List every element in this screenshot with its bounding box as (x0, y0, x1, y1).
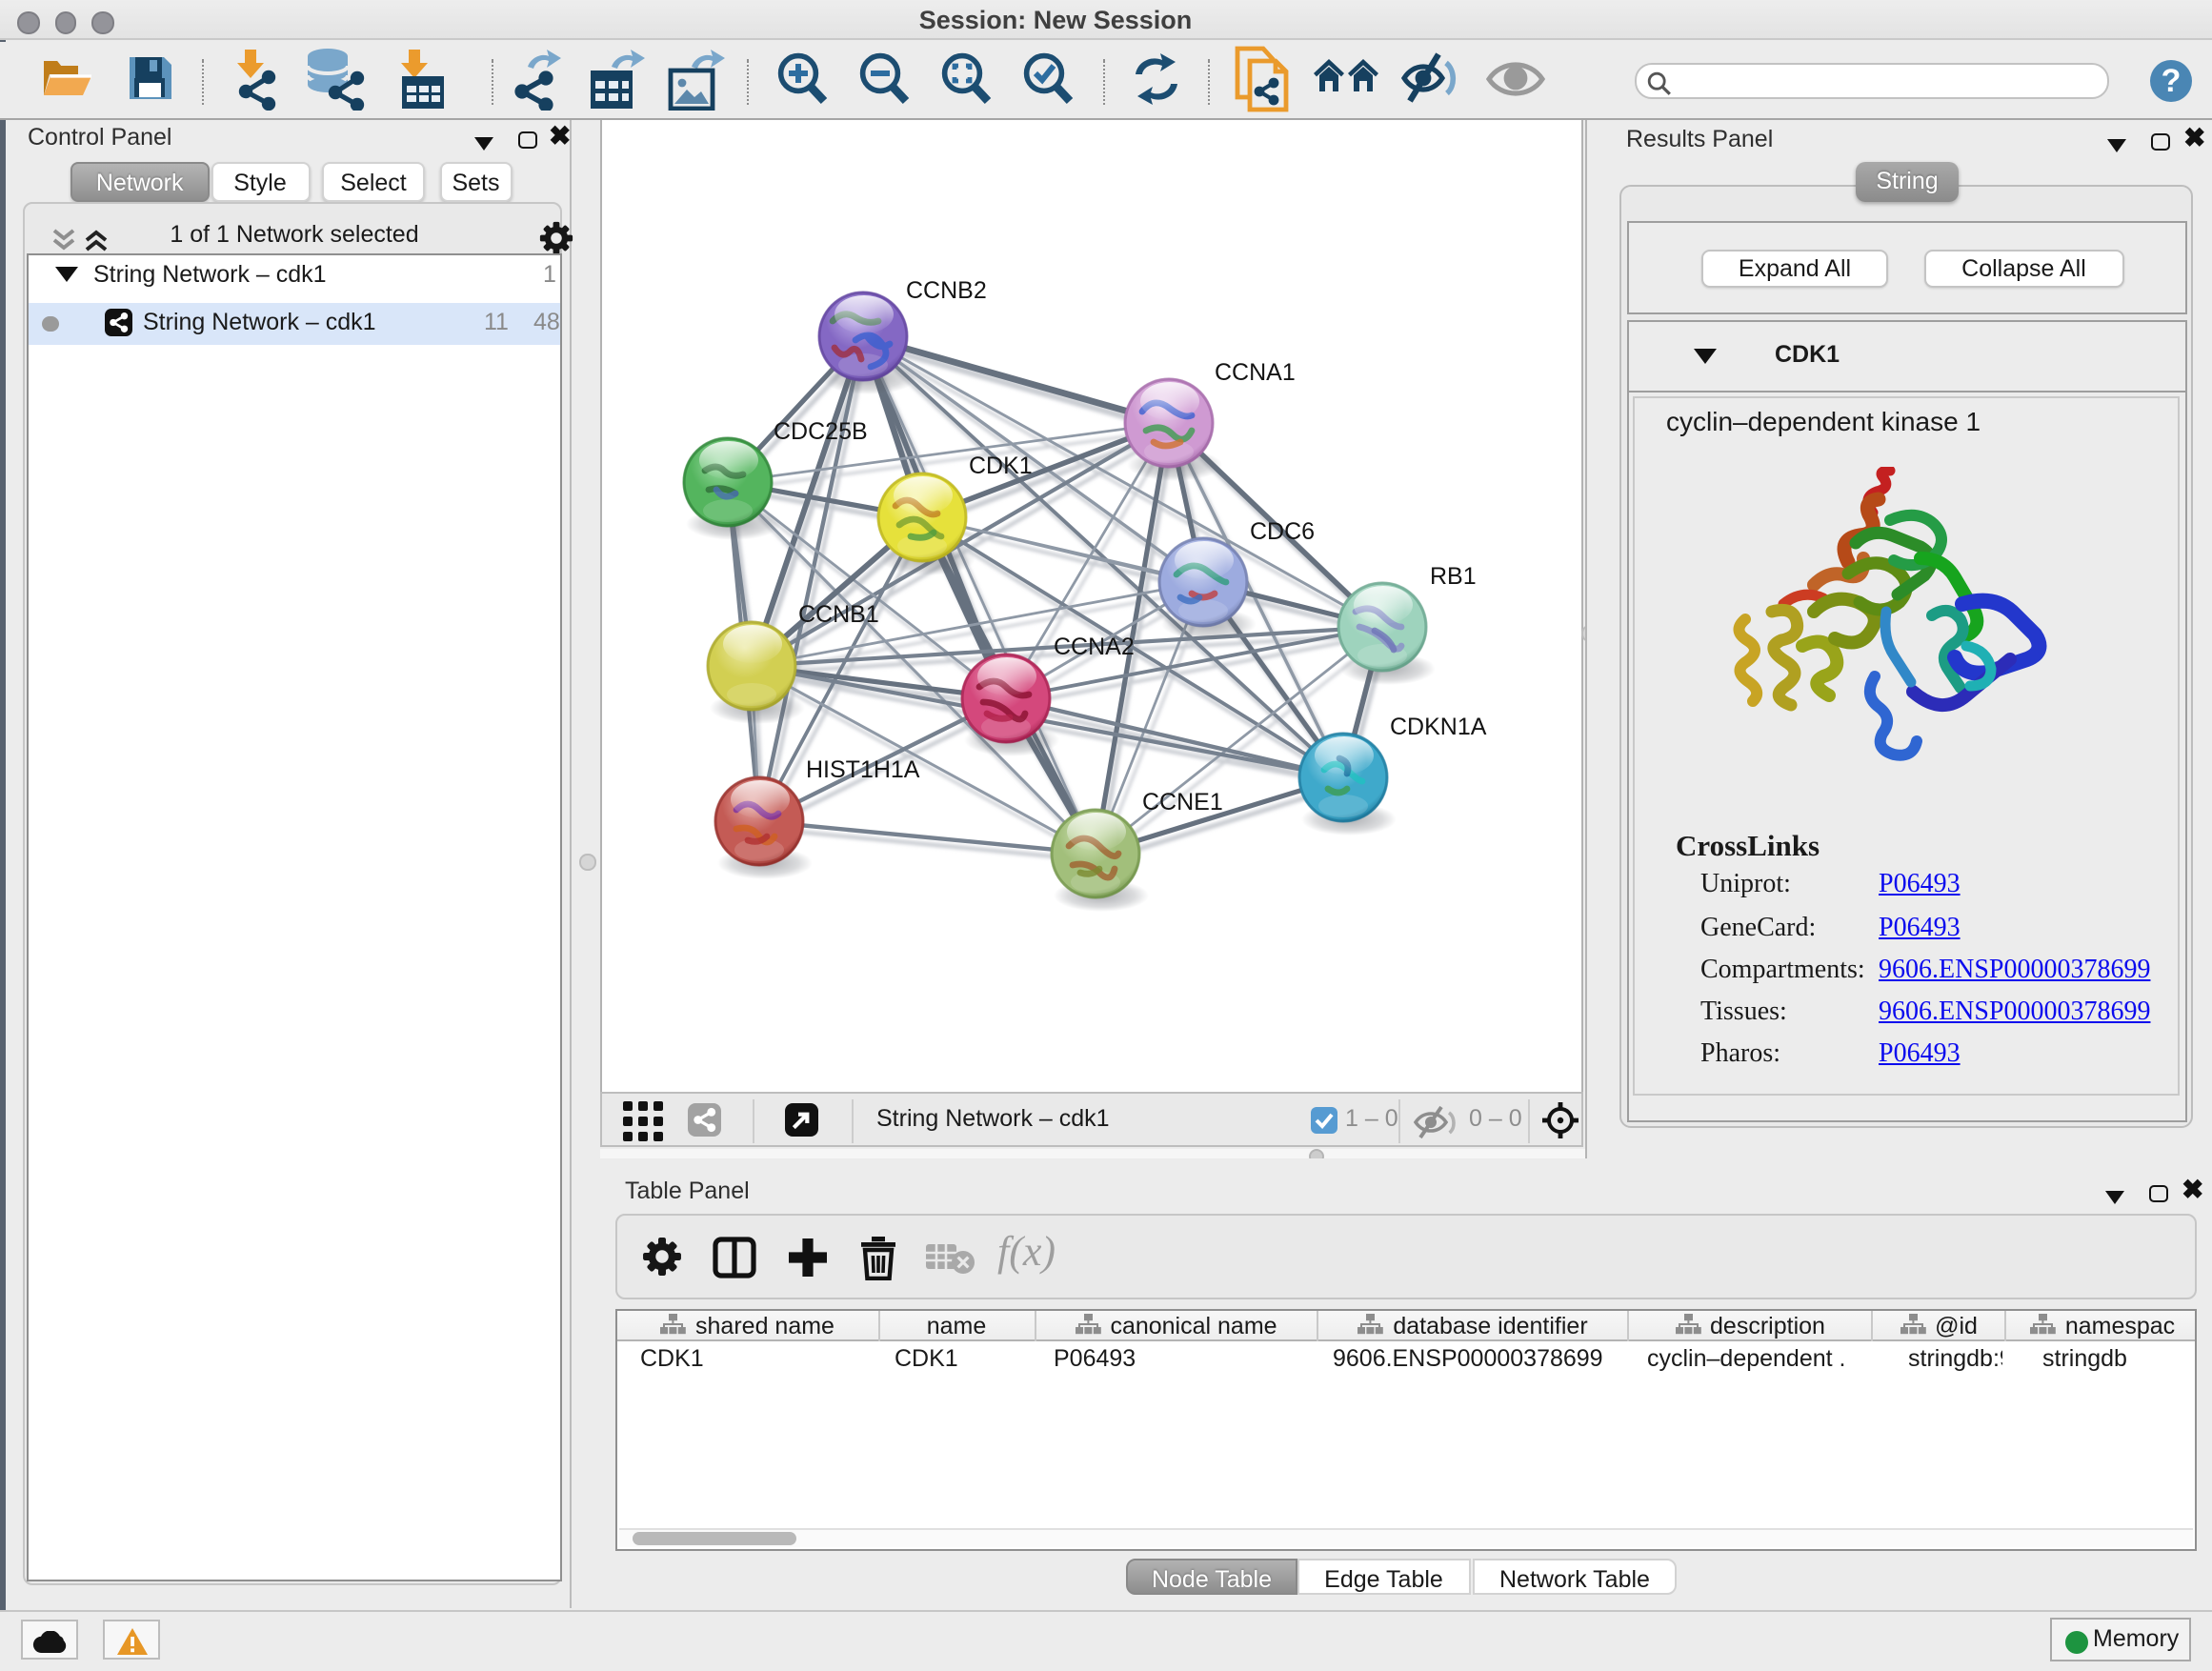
svg-text:CDK1: CDK1 (969, 452, 1033, 478)
svg-text:CDC6: CDC6 (1250, 517, 1315, 544)
svg-text:CCNB2: CCNB2 (906, 276, 987, 303)
svg-text:CCNE1: CCNE1 (1142, 788, 1223, 815)
svg-text:CDKN1A: CDKN1A (1390, 713, 1487, 739)
svg-text:?: ? (2161, 63, 2181, 99)
svg-text:CCNB1: CCNB1 (798, 600, 879, 627)
svg-text:RB1: RB1 (1430, 562, 1477, 589)
svg-text:CCNA1: CCNA1 (1215, 358, 1296, 385)
svg-text:CCNA2: CCNA2 (1054, 633, 1135, 659)
svg-text:HIST1H1A: HIST1H1A (806, 755, 920, 782)
svg-text:CDC25B: CDC25B (774, 417, 868, 444)
